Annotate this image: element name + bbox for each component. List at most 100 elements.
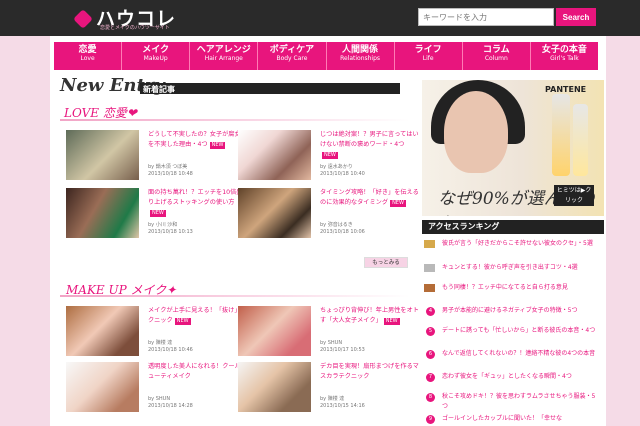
- article-meta: by 鍋木須 つぼ美 2013/10/18 10:48: [148, 164, 193, 177]
- ranking-text: 恋わず彼女を「ギュッ」としたくなる瞬間・4つ: [442, 373, 572, 380]
- nav-body-en: Body Care: [276, 55, 308, 62]
- nav-life-jp: ライフ: [414, 45, 442, 55]
- article-thumbnail: [238, 130, 311, 180]
- search-input[interactable]: [418, 8, 554, 26]
- ranking-text: 彼氏が言う「好きだからこそ許せない彼女のクセ」・5選: [442, 240, 593, 247]
- heart-icon: [73, 9, 93, 29]
- ranking-text: 秋こそ攻めドキ！？彼を思わすラムラさせちゃう服装・5つ: [442, 393, 596, 410]
- ranking-text: ゴールインしたカップルに聞いた！「幸せな: [442, 415, 563, 422]
- pantene-logo: PANTENE: [545, 85, 587, 94]
- love-article-4[interactable]: タイミング攻略！「好き」を伝えるのに効果的なタイミング NEW by 弥音はるき …: [238, 188, 419, 242]
- article-title: デカ目を実現！扇形まつげを作るマスカラテクニック: [320, 362, 420, 382]
- ranking-item-2[interactable]: キュンとする！彼から呼ぎ声を引き出すコツ・4選: [424, 263, 596, 273]
- banner-button[interactable]: ヒミツは▶クリック: [554, 185, 594, 206]
- nav-relationships-jp: 人間関係: [342, 45, 379, 55]
- nav-column[interactable]: コラム Column: [463, 42, 531, 70]
- new-badge: NEW: [150, 210, 166, 217]
- nav-love-en: Love: [80, 55, 95, 62]
- nav-girls-talk-en: Girl's Talk: [550, 55, 579, 62]
- ranking-item-6[interactable]: 6 なんで返信してくれないの？！連絡不精な彼の4つの本音: [426, 349, 596, 359]
- article-meta: by 弥音はるき 2013/10/18 10:06: [320, 222, 365, 235]
- nav-relationships[interactable]: 人間関係 Relationships: [327, 42, 395, 70]
- ranking-item-7[interactable]: 7 恋わず彼女を「ギュッ」としたくなる瞬間・4つ: [426, 372, 596, 382]
- article-title: メイクが上手に見える！「抜け」テクニック NEW: [148, 306, 248, 326]
- pantene-banner[interactable]: PANTENE なぜ90%が選んだのか ヒミツは▶クリック: [422, 80, 604, 216]
- bottle-image: [573, 104, 588, 176]
- nav-life-en: Life: [422, 55, 434, 62]
- crown-icon: [424, 240, 435, 248]
- main-navigation: 恋愛 Love メイク MakeUp ヘアアレンジ Hair Arrange ボディケ…: [54, 42, 598, 70]
- article-title: 透明度した美人になれる！クールビューティメイク: [148, 362, 248, 382]
- nav-makeup-jp: メイク: [142, 45, 170, 55]
- article-title-text: ちょっぴり背伸び！年上男性をオトす「大人女子メイク」: [320, 307, 419, 324]
- ranking-item-9[interactable]: 9 ゴールインしたカップルに聞いた！「幸せな: [426, 414, 596, 424]
- article-title: タイミング攻略！「好き」を伝えるのに効果的なタイミング NEW: [320, 188, 420, 208]
- article-thumbnail: [238, 362, 311, 412]
- ranking-item-5[interactable]: 5 デートに誘っても「忙しいから」と断る彼氏の本音・4つ: [426, 326, 596, 336]
- new-badge: NEW: [322, 152, 338, 159]
- new-entry-bar: [140, 83, 400, 94]
- rank-7-icon: 7: [426, 373, 435, 382]
- nav-hair-jp: ヘアアレンジ: [196, 45, 251, 55]
- makeup-article-4[interactable]: デカ目を実現！扇形まつげを作るマスカラテクニック by 陳楼 達 2013/10…: [238, 362, 419, 416]
- article-thumbnail: [66, 306, 139, 356]
- search-button[interactable]: Search: [556, 8, 596, 26]
- nav-hair-en: Hair Arrange: [204, 55, 243, 62]
- article-title: ちょっぴり背伸び！年上男性をオトす「大人女子メイク」 NEW: [320, 306, 420, 326]
- ranking-item-1[interactable]: 彼氏が言う「好きだからこそ許せない彼女のクセ」・5選: [424, 239, 596, 249]
- rank-6-icon: 6: [426, 350, 435, 359]
- makeup-article-3[interactable]: 透明度した美人になれる！クールビューティメイク by SHUN 2013/10/…: [66, 362, 247, 416]
- ranking-text: デートに誘っても「忙しいから」と断る彼氏の本音・4つ: [442, 327, 596, 334]
- nav-body[interactable]: ボディケア Body Care: [258, 42, 327, 70]
- article-meta: by SHUN 2013/10/18 14:28: [148, 396, 193, 409]
- nav-girls-talk-jp: 女子の本音: [541, 45, 587, 55]
- makeup-section-divider: [60, 295, 410, 297]
- rank-9-icon: 9: [426, 415, 435, 424]
- site-tagline: 恋愛とメイクのハウツーサイト: [100, 25, 170, 31]
- new-badge: NEW: [209, 142, 226, 149]
- article-thumbnail: [66, 130, 139, 180]
- crown-icon: [424, 284, 435, 292]
- love-article-1[interactable]: どうして不実したの？女子が腐女子を不実した理由・4つ NEW by 鍋木須 つぼ美…: [66, 130, 247, 184]
- nav-love[interactable]: 恋愛 Love: [54, 42, 123, 70]
- article-title: 面の持ち萬れ！？エッチを10倍盛り上げるストッキングの使い方 NEW: [148, 188, 248, 218]
- new-badge: NEW: [383, 318, 400, 325]
- new-badge: NEW: [174, 318, 191, 325]
- article-title-text: 透明度した美人になれる！クールビューティメイク: [148, 363, 247, 380]
- nav-column-en: Column: [484, 55, 508, 62]
- new-badge: NEW: [390, 200, 406, 207]
- ranking-item-3[interactable]: もう同棲！？エッチ中になてると自ら打る意見: [424, 283, 596, 293]
- ranking-text: 男子が本能的に避けるネガティブ女子の特徴・5つ: [442, 307, 578, 314]
- article-meta: by 陳楼 達 2013/10/18 10:46: [148, 340, 193, 353]
- article-title-text: デカ目を実現！扇形まつげを作るマスカラテクニック: [320, 363, 419, 380]
- love-article-2[interactable]: じつは絶対案！？男子に言ってはいけない禁断の褒めワード・4つ NEW by 遠水あ…: [238, 130, 419, 184]
- nav-body-jp: ボディケア: [269, 45, 315, 55]
- article-meta: by 陳楼 達 2013/10/15 14:16: [320, 396, 365, 409]
- article-thumbnail: [66, 362, 139, 412]
- ranking-text: もう同棲！？エッチ中になてると自ら打る意見: [442, 284, 568, 291]
- crown-icon: [424, 264, 435, 272]
- makeup-article-2[interactable]: ちょっぴり背伸び！年上男性をオトす「大人女子メイク」 NEW by SHUN 20…: [238, 306, 419, 360]
- nav-girls-talk[interactable]: 女子の本音 Girl's Talk: [531, 42, 598, 70]
- article-thumbnail: [238, 306, 311, 356]
- ranking-text: キュンとする！彼から呼ぎ声を引き出すコツ・4選: [442, 264, 578, 271]
- makeup-article-1[interactable]: メイクが上手に見える！「抜け」テクニック NEW by 陳楼 達 2013/10/…: [66, 306, 247, 360]
- nav-relationships-en: Relationships: [340, 55, 381, 62]
- nav-love-jp: 恋愛: [78, 45, 97, 55]
- ranking-item-8[interactable]: 8 秋こそ攻めドキ！？彼を思わすラムラさせちゃう服装・5つ: [426, 392, 596, 412]
- love-article-3[interactable]: 面の持ち萬れ！？エッチを10倍盛り上げるストッキングの使い方 NEW by 小川 …: [66, 188, 243, 242]
- article-meta: by SHUN 2013/10/17 10:53: [320, 340, 365, 353]
- article-thumbnail: [66, 188, 139, 238]
- model-face: [444, 91, 508, 173]
- article-title-text: どうして不実したの？女子が腐女子を不実した理由・4つ: [148, 131, 247, 148]
- nav-hair[interactable]: ヘアアレンジ Hair Arrange: [190, 42, 259, 70]
- article-thumbnail: [238, 188, 311, 238]
- rank-4-icon: 4: [426, 307, 435, 316]
- article-title: じつは絶対案！？男子に言ってはいけない禁断の褒めワード・4つ NEW: [320, 130, 420, 160]
- ranking-item-4[interactable]: 4 男子が本能的に避けるネガティブ女子の特徴・5つ: [426, 306, 596, 316]
- more-button[interactable]: もっとみる: [364, 257, 408, 268]
- nav-column-jp: コラム: [482, 45, 510, 55]
- nav-life[interactable]: ライフ Life: [395, 42, 463, 70]
- nav-makeup-en: MakeUp: [143, 55, 168, 62]
- nav-makeup[interactable]: メイク MakeUp: [122, 42, 191, 70]
